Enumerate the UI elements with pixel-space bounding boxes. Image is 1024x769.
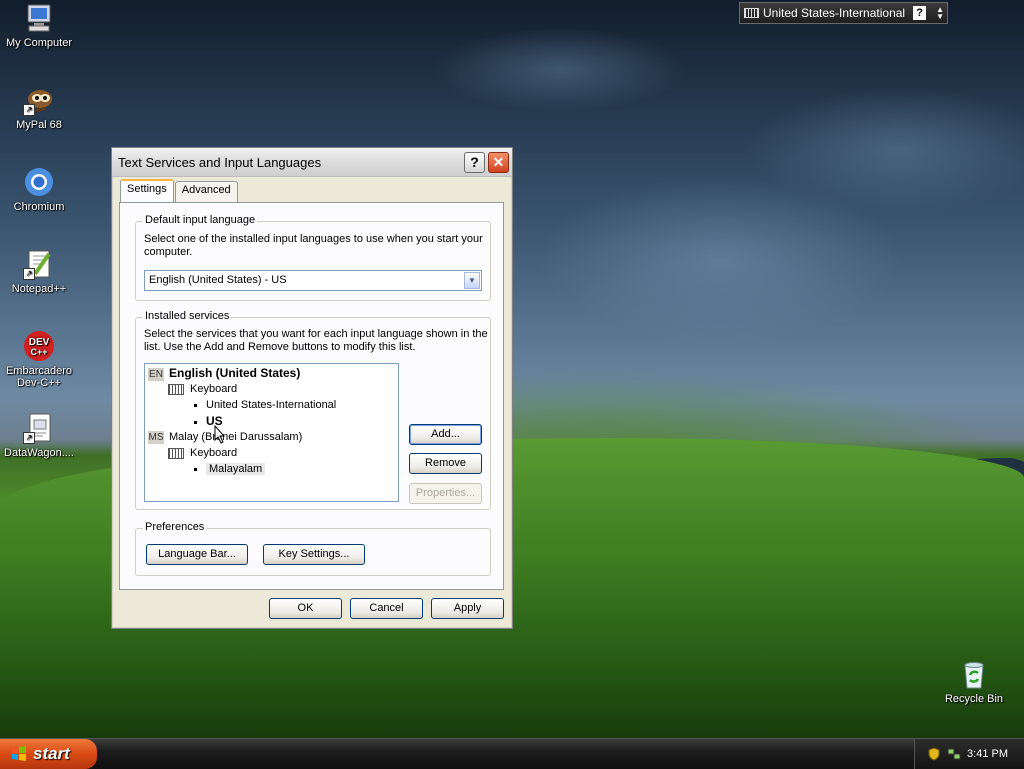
desktop-icon-label: DataWagon....: [4, 447, 74, 459]
default-input-description: Select one of the installed input langua…: [144, 233, 483, 258]
key-settings-button[interactable]: Key Settings...: [263, 544, 365, 565]
language-bar[interactable]: United States-International ? ▲ ▼: [739, 2, 948, 24]
language-bar-button[interactable]: Language Bar...: [146, 544, 248, 565]
system-tray: 3:41 PM: [914, 739, 1024, 769]
settings-panel: Default input language Select one of the…: [119, 202, 504, 590]
tree-language-label: Malay (Brunei Darussalam): [169, 431, 303, 443]
tree-category-label: Keyboard: [190, 447, 238, 459]
default-input-group: Default input language Select one of the…: [135, 214, 491, 301]
start-button[interactable]: start: [0, 739, 97, 769]
bullet-icon: [194, 420, 197, 424]
tree-node-us-international[interactable]: United States-International: [194, 398, 336, 412]
dialog-titlebar[interactable]: Text Services and Input Languages ? ✕: [112, 148, 512, 177]
tree-language-label: English (United States): [169, 366, 301, 380]
desktop-icon-chromium[interactable]: Chromium: [0, 166, 78, 213]
desktop-icon-label: MyPal 68: [16, 119, 62, 131]
svg-text:C++: C++: [30, 347, 47, 357]
dialog-tabs: Settings Advanced: [120, 179, 239, 205]
desktop-icon-notepadpp[interactable]: ↗ Notepad++: [0, 248, 78, 295]
network-icon[interactable]: [947, 747, 961, 761]
desktop-icon-label: Embarcadero Dev-C++: [5, 365, 73, 389]
desktop-icon-mypal[interactable]: ↗ MyPal 68: [0, 84, 78, 131]
keyboard-icon: [168, 447, 184, 459]
tree-category-label: Keyboard: [190, 383, 238, 395]
desktop-icon-label: Recycle Bin: [944, 693, 1004, 705]
desktop-icon-label: My Computer: [5, 37, 73, 49]
desktop-icon-label: Notepad++: [11, 283, 67, 295]
preferences-legend: Preferences: [143, 521, 207, 533]
computer-icon: [23, 2, 55, 34]
add-button[interactable]: Add...: [409, 424, 482, 445]
remove-button[interactable]: Remove: [409, 453, 482, 474]
desktop-icon-my-computer[interactable]: My Computer: [0, 2, 78, 49]
close-button[interactable]: ✕: [488, 151, 509, 173]
help-icon[interactable]: ?: [913, 6, 927, 20]
windows-flag-icon: [12, 746, 26, 761]
language-bar-options-icon[interactable]: ▲ ▼: [936, 6, 944, 21]
desktop-icon-recycle-bin[interactable]: Recycle Bin: [935, 658, 1013, 705]
properties-button[interactable]: Properties...: [409, 483, 482, 504]
text-services-dialog: Text Services and Input Languages ? ✕ Se…: [111, 147, 513, 629]
tree-node-english-keyboard[interactable]: Keyboard: [168, 382, 237, 396]
default-input-legend: Default input language: [143, 214, 258, 226]
mypal-icon: ↗: [23, 84, 55, 116]
chromium-icon: [23, 166, 55, 198]
bullet-icon: [194, 403, 197, 407]
language-code-badge: EN: [148, 368, 164, 381]
desktop-icon-label: Chromium: [13, 201, 65, 213]
clock[interactable]: 3:41 PM: [967, 748, 1008, 760]
mouse-cursor-icon: [214, 425, 226, 444]
shortcut-arrow-icon: ↗: [23, 104, 35, 116]
default-language-select[interactable]: English (United States) - US ▼: [144, 270, 482, 291]
language-code-badge: MS: [148, 431, 164, 444]
notepadpp-icon: ↗: [23, 248, 55, 280]
keyboard-icon: [168, 383, 184, 395]
cancel-button[interactable]: Cancel: [350, 598, 423, 619]
installed-services-group: Installed services Select the services t…: [135, 310, 491, 510]
bullet-icon: [194, 467, 197, 471]
installed-services-description: Select the services that you want for ea…: [144, 328, 488, 353]
recycle-bin-icon: [958, 658, 990, 690]
keyboard-icon: [744, 8, 759, 18]
dialog-title: Text Services and Input Languages: [118, 154, 322, 170]
tree-layout-label: United States-International: [206, 399, 337, 411]
start-label: start: [33, 744, 70, 763]
document-icon: ↗: [23, 412, 55, 444]
default-language-value: English (United States) - US: [149, 274, 287, 286]
chevron-down-icon[interactable]: ▼: [464, 272, 480, 289]
language-bar-label[interactable]: United States-International: [763, 6, 905, 20]
preferences-group: Preferences Language Bar... Key Settings…: [135, 521, 491, 576]
tree-layout-label: Malayalam: [206, 463, 266, 475]
services-tree[interactable]: EN English (United States) Keyboard Unite…: [144, 363, 399, 502]
desktop-icon-devcpp[interactable]: DEV C++ Embarcadero Dev-C++: [0, 330, 78, 389]
apply-button[interactable]: Apply: [431, 598, 504, 619]
help-button[interactable]: ?: [464, 151, 485, 173]
tree-node-english[interactable]: EN English (United States): [148, 366, 300, 381]
tree-node-malay-keyboard[interactable]: Keyboard: [168, 446, 237, 460]
tree-node-malayalam[interactable]: Malayalam: [194, 462, 266, 476]
tab-advanced[interactable]: Advanced: [174, 181, 238, 204]
shortcut-arrow-icon: ↗: [23, 268, 35, 280]
taskbar: start 3:41 PM: [0, 738, 1024, 769]
installed-services-legend: Installed services: [143, 310, 232, 322]
security-shield-icon[interactable]: [927, 747, 941, 761]
devcpp-icon: DEV C++: [23, 330, 55, 362]
shortcut-arrow-icon: ↗: [23, 432, 35, 444]
ok-button[interactable]: OK: [269, 598, 342, 619]
desktop-icon-datawagon[interactable]: ↗ DataWagon....: [0, 412, 78, 459]
